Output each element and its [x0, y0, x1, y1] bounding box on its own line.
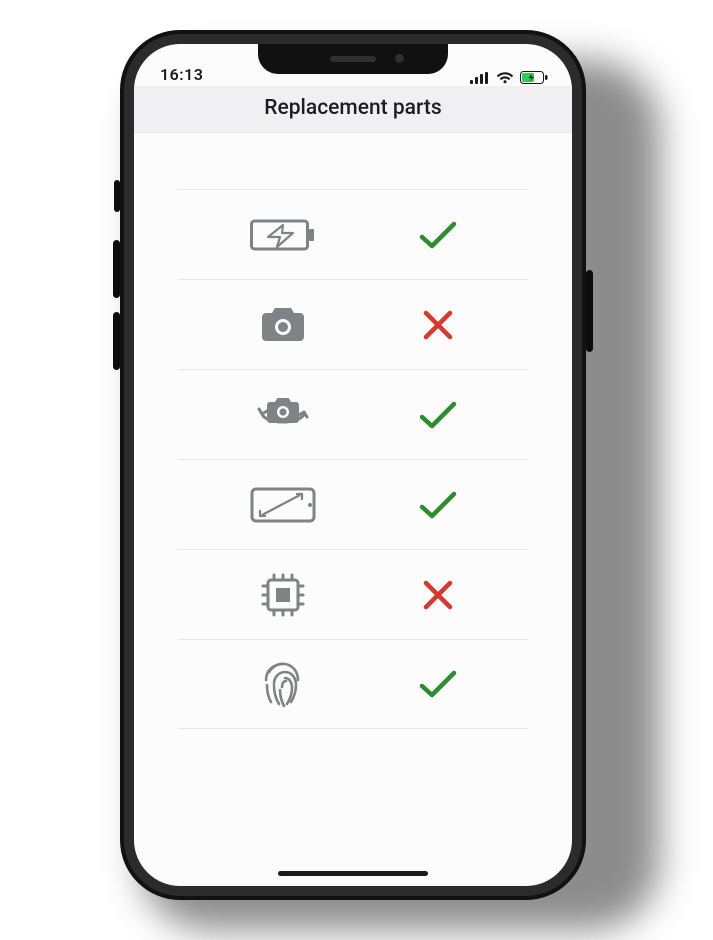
cross-icon: [422, 309, 454, 341]
phone-screen: 16:13: [134, 44, 572, 886]
fingerprint-icon: [243, 660, 323, 708]
volume-up-button[interactable]: [113, 240, 120, 298]
power-button[interactable]: [586, 270, 593, 352]
page-title: Replacement parts: [134, 96, 572, 120]
mute-switch[interactable]: [114, 180, 120, 212]
part-row-camera: [178, 279, 528, 369]
part-row-camera-flip: [178, 369, 528, 459]
home-indicator[interactable]: [278, 871, 428, 876]
status-bar-indicators: [470, 71, 548, 84]
status-bar-time: 16:13: [160, 65, 203, 84]
checkmark-icon: [418, 489, 458, 521]
display-notch: [258, 44, 448, 74]
battery-charging-status-icon: [520, 71, 548, 84]
volume-down-button[interactable]: [113, 312, 120, 370]
part-row-display: [178, 459, 528, 549]
status-ok: [413, 489, 463, 521]
status-ok: [413, 668, 463, 700]
status-bad: [413, 309, 463, 341]
cross-icon: [422, 579, 454, 611]
display-size-icon: [243, 485, 323, 525]
part-row-chip: [178, 549, 528, 639]
nav-header: Replacement parts: [134, 86, 572, 133]
phone-frame: 16:13: [120, 30, 586, 900]
part-row-battery: [178, 189, 528, 279]
status-bad: [413, 579, 463, 611]
parts-list: [134, 189, 572, 729]
checkmark-icon: [418, 219, 458, 251]
status-ok: [413, 399, 463, 431]
battery-charging-icon: [243, 217, 323, 253]
camera-icon: [243, 305, 323, 345]
checkmark-icon: [418, 668, 458, 700]
checkmark-icon: [418, 399, 458, 431]
earpiece-speaker: [330, 56, 376, 62]
camera-rotate-icon: [243, 391, 323, 439]
front-camera-dot: [395, 54, 404, 63]
part-row-fingerprint: [178, 639, 528, 729]
status-ok: [413, 219, 463, 251]
cellular-signal-icon: [470, 72, 490, 84]
wifi-icon: [496, 72, 514, 84]
cpu-chip-icon: [243, 572, 323, 618]
